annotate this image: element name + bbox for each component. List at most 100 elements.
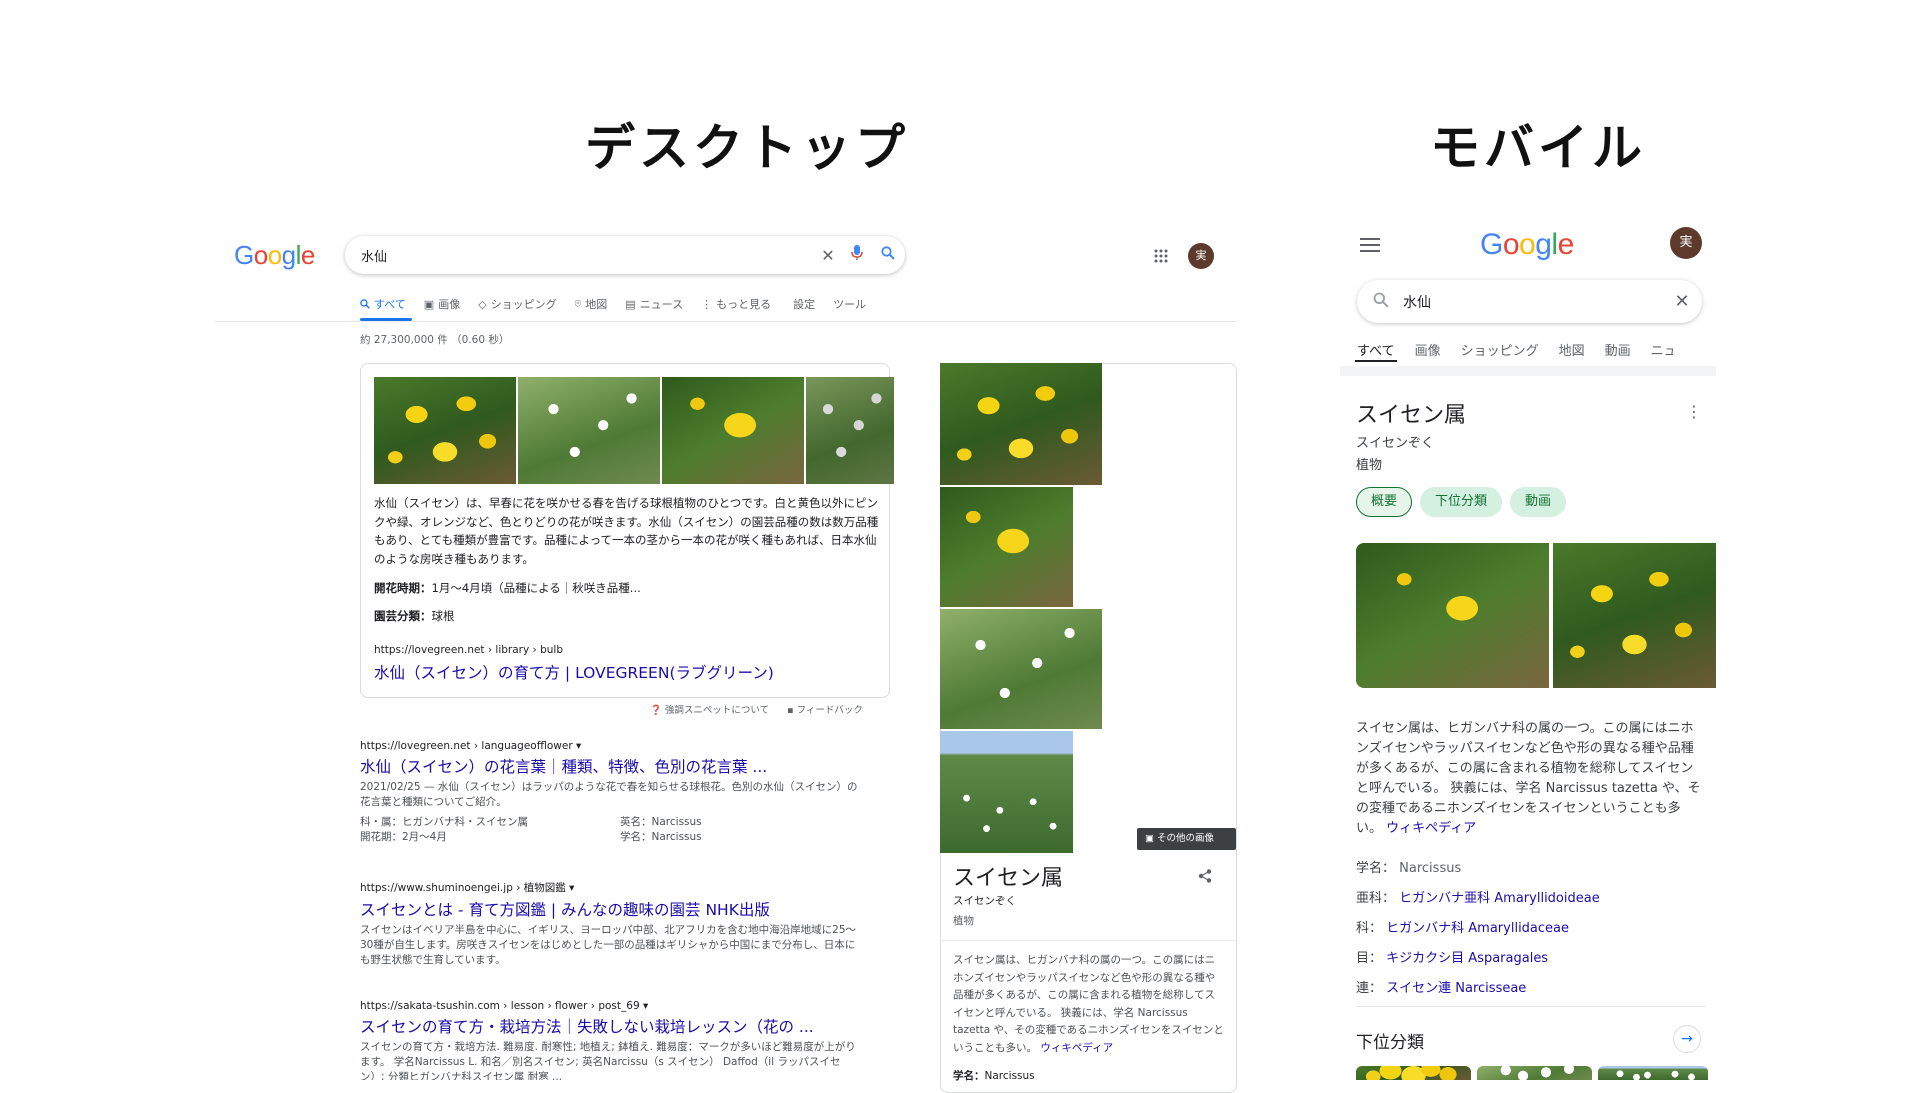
search-bar[interactable]: 水仙 ✕ [345, 236, 905, 274]
result-title-link[interactable]: スイセンとは - 育て方図鑑 | みんなの趣味の園芸 NHK出版 [360, 898, 860, 920]
kp-divider [940, 940, 1237, 941]
tab-tools[interactable]: ツール [833, 296, 866, 312]
tab-all-mobile[interactable]: すべて [1357, 340, 1395, 359]
tab-all[interactable]: すべて [360, 296, 406, 312]
apps-grid-icon[interactable] [1154, 248, 1168, 267]
more-images-button[interactable]: ▣ その他の画像 [1137, 828, 1236, 850]
kp-fact-row: 学名： Narcissus [1356, 861, 1462, 876]
tab-settings[interactable]: 設定 [793, 296, 815, 312]
search-result: https://lovegreen.net › languageofflower… [360, 740, 860, 845]
order-link[interactable]: キジカクシ目 Asparagales [1386, 951, 1548, 966]
search-tabs: すべて ▣ 画像 ◇ ショッピング ⌾ 地図 ▤ ニュース ⋮ もっと見る 設定 ツール [360, 296, 866, 312]
tab-images[interactable]: ▣ 画像 [424, 296, 460, 312]
tab-shopping-mobile[interactable]: ショッピング [1461, 340, 1539, 359]
desktop-heading: デスクトップ [585, 119, 909, 177]
result-url[interactable]: https://sakata-tsushin.com › lesson › fl… [360, 1000, 860, 1012]
chip-subclass[interactable]: 下位分類 [1420, 487, 1503, 517]
avatar-mobile[interactable]: 実 [1670, 227, 1702, 259]
snippet-fact-bloom: 開花時期：1月〜4月頃（品種による｜秋咲き品種... [374, 581, 641, 595]
tab-maps-mobile[interactable]: 地図 [1559, 340, 1585, 359]
search-bar-mobile[interactable]: 水仙 ✕ [1357, 280, 1702, 323]
share-icon[interactable] [1198, 868, 1212, 887]
search-input[interactable]: 水仙 [361, 246, 813, 265]
kp-reading-mobile: スイセンぞく [1356, 436, 1435, 451]
result-title-link[interactable]: スイセンの育て方・栽培方法｜失敗しない栽培レッスン（花の ... [360, 1015, 860, 1037]
more-options-icon[interactable]: ⋮ [1686, 402, 1702, 421]
result-url[interactable]: https://www.shuminoengei.jp › 植物図鑑 ▾ [360, 880, 860, 895]
image-icon: ▣ [423, 297, 435, 311]
feedback-link[interactable]: ▪ フィードバック [787, 702, 863, 716]
tab-images-mobile[interactable]: 画像 [1415, 340, 1441, 359]
kp-image-3[interactable] [940, 609, 1102, 729]
chip-videos[interactable]: 動画 [1510, 487, 1567, 517]
map-pin-icon: ⌾ [574, 297, 582, 310]
subclass-image-1[interactable] [1356, 1066, 1471, 1080]
clear-icon[interactable]: ✕ [1662, 291, 1702, 312]
result-snippet: スイセンの育て方・栽培方法. 難易度. 耐寒性; 地植え; 鉢植え. 難易度：マ… [360, 1041, 856, 1080]
kp-title-mobile: スイセン属 [1356, 403, 1467, 428]
tab-news[interactable]: ▤ ニュース [625, 296, 683, 312]
tab-shopping[interactable]: ◇ ショッピング [478, 296, 556, 312]
clear-icon[interactable]: ✕ [813, 246, 843, 265]
search-result: https://www.shuminoengei.jp › 植物図鑑 ▾ スイセ… [360, 880, 860, 968]
kp-fact-scientific-name: 学名：Narcissus [953, 1070, 1035, 1082]
wikipedia-link-mobile[interactable]: ウィキペディア [1386, 821, 1476, 836]
search-result: https://sakata-tsushin.com › lesson › fl… [360, 1000, 860, 1080]
kp-chips: 概要 下位分類 動画 [1356, 487, 1567, 517]
snippet-image-1[interactable] [374, 377, 516, 484]
more-vert-icon: ⋮ [701, 297, 713, 311]
avatar[interactable]: 実 [1188, 243, 1214, 269]
snippet-image-4[interactable] [806, 377, 894, 484]
help-icon: ❓ [650, 705, 662, 716]
result-url[interactable]: https://lovegreen.net › languageofflower… [360, 740, 860, 752]
tab-more[interactable]: ⋮ もっと見る [701, 296, 771, 312]
kp-image-mobile-1[interactable] [1356, 543, 1549, 688]
active-tab-indicator-mobile [1355, 360, 1397, 362]
about-snippet-link[interactable]: ❓ 強調スニペットについて [650, 702, 769, 716]
kp-image-4[interactable] [940, 731, 1073, 853]
family-link[interactable]: ヒガンバナ科 Amaryllidaceae [1386, 921, 1569, 936]
hamburger-menu-icon[interactable] [1360, 237, 1380, 257]
tabs-divider [215, 321, 1237, 322]
chip-overview[interactable]: 概要 [1356, 487, 1413, 517]
kp-image-mobile-2[interactable] [1553, 543, 1716, 688]
kp-type: 植物 [953, 915, 974, 927]
mic-icon[interactable] [843, 245, 871, 265]
arrow-right-icon[interactable]: → [1673, 1025, 1701, 1053]
feedback-icon: ▪ [787, 705, 794, 716]
snippet-image-2[interactable] [518, 377, 660, 484]
snippet-title-link[interactable]: 水仙（スイセン）の育て方 | LOVEGREEN(ラブグリーン) [374, 661, 774, 683]
subclass-image-2[interactable] [1477, 1066, 1592, 1080]
kp-fact-row: 連： スイセン連 Narcisseae [1356, 981, 1527, 996]
kp-image-2[interactable] [940, 487, 1073, 607]
tab-maps[interactable]: ⌾ 地図 [575, 296, 608, 312]
kp-image-1[interactable] [940, 363, 1102, 485]
tag-icon: ◇ [478, 297, 487, 311]
featured-snippet: 水仙（スイセン）は、早春に花を咲かせる春を告げる球根植物のひとつです。白と黄色以… [360, 363, 894, 698]
search-icon[interactable] [871, 246, 905, 264]
search-icon [1373, 292, 1403, 312]
result-stats: 約 27,300,000 件 （0.60 秒） [360, 334, 510, 346]
result-snippet: 2021/02/25 — 水仙（スイセン）はラッパのような花で春を知らせる球根花… [360, 781, 858, 808]
kp-description: スイセン属は、ヒガンバナ科の属の一つ。この属にはニホンズイセンやラッパスイセンな… [953, 954, 1224, 1054]
mobile-heading: モバイル [1430, 119, 1646, 177]
tribe-link[interactable]: スイセン連 Narcisseae [1386, 981, 1526, 996]
wikipedia-link[interactable]: ウィキペディア [1040, 1042, 1113, 1054]
tab-news-mobile[interactable]: ニュ [1651, 340, 1673, 359]
snippet-url[interactable]: https://lovegreen.net › library › bulb [374, 644, 563, 656]
tabs-divider-mobile [1340, 366, 1716, 376]
image-icon: ▣ [1145, 833, 1154, 844]
search-input-mobile[interactable]: 水仙 [1403, 292, 1662, 312]
subclass-image-3[interactable] [1598, 1066, 1708, 1080]
result-title-link[interactable]: 水仙（スイセン）の花言葉｜種類、特徴、色別の花言葉 ... [360, 755, 860, 777]
subfamily-link[interactable]: ヒガンバナ亜科 Amaryllidoideae [1399, 891, 1600, 906]
kp-reading: スイセンぞく [953, 895, 1016, 907]
kp-divider-mobile [1356, 1006, 1706, 1007]
search-tabs-mobile: すべて 画像 ショッピング 地図 動画 ニュ [1357, 340, 1673, 359]
tab-videos-mobile[interactable]: 動画 [1605, 340, 1631, 359]
google-logo-mobile[interactable]: Google [1480, 228, 1574, 262]
news-icon: ▤ [625, 297, 636, 311]
kp-description-mobile: スイセン属は、ヒガンバナ科の属の一つ。この属にはニホンズイセンやラッパスイセンな… [1356, 721, 1701, 836]
google-logo[interactable]: Google [234, 240, 315, 271]
snippet-image-3[interactable] [662, 377, 804, 484]
